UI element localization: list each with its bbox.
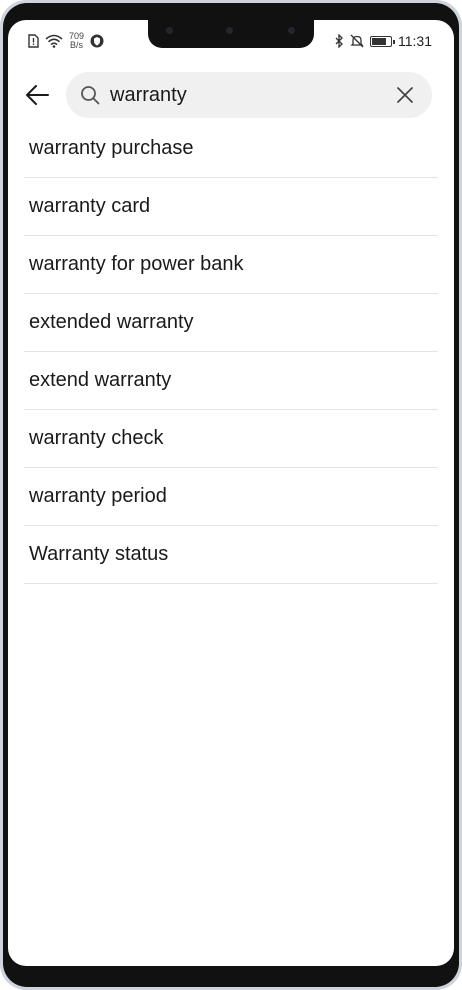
- status-bar-left: 709 B/s: [28, 32, 104, 50]
- suggestion-item[interactable]: warranty purchase: [24, 120, 438, 178]
- phone-frame: 709 B/s 11:31 warranty warranty purchase…: [0, 0, 462, 990]
- network-speed-unit: B/s: [70, 40, 84, 50]
- suggestion-item[interactable]: warranty for power bank: [24, 236, 438, 294]
- search-icon: [81, 86, 100, 105]
- suggestion-item[interactable]: warranty card: [24, 178, 438, 236]
- suggestion-item[interactable]: extended warranty: [24, 294, 438, 352]
- wifi-icon: [45, 34, 63, 48]
- close-icon: [397, 87, 413, 103]
- clock: 11:31: [398, 33, 432, 49]
- back-button[interactable]: [8, 68, 66, 122]
- search-bar: [8, 68, 454, 122]
- suggestion-item[interactable]: extend warranty: [24, 352, 438, 410]
- bluetooth-icon: [335, 34, 343, 48]
- sim-alert-icon: [28, 34, 39, 48]
- search-box[interactable]: [66, 72, 432, 118]
- sensor-icon: [226, 27, 233, 34]
- suggestion-list: warranty purchase warranty card warranty…: [24, 120, 438, 584]
- suggestion-item[interactable]: Warranty status: [24, 526, 438, 584]
- status-bar-right: 11:31: [334, 33, 432, 49]
- camera-notch: [148, 20, 314, 48]
- arrow-left-icon: [26, 85, 49, 105]
- battery-icon: [370, 35, 395, 47]
- suggestion-item[interactable]: warranty period: [24, 468, 438, 526]
- search-input[interactable]: [110, 83, 382, 107]
- mute-icon: [350, 34, 364, 48]
- network-speed: 709 B/s: [69, 32, 84, 50]
- camera-icon: [166, 27, 173, 34]
- camera-icon: [288, 27, 295, 34]
- vpn-shield-icon: [90, 34, 104, 48]
- phone-bottom-edge: [20, 966, 442, 982]
- clear-search-button[interactable]: [392, 82, 418, 108]
- suggestion-item[interactable]: warranty check: [24, 410, 438, 468]
